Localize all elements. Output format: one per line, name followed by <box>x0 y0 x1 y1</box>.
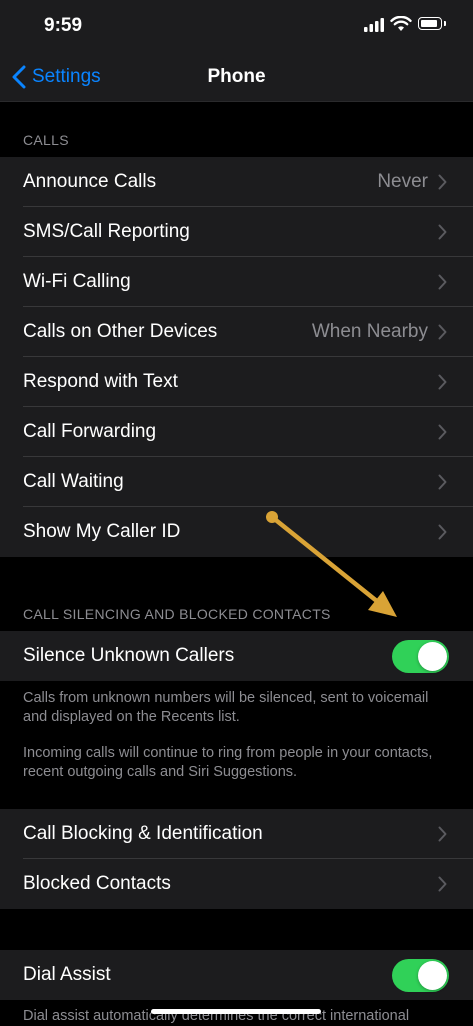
row-label: Respond with Text <box>23 371 178 392</box>
row-label: Call Forwarding <box>23 421 157 442</box>
row-dial-assist: Dial Assist <box>0 950 473 1000</box>
row-label: Call Blocking & Identification <box>23 823 263 844</box>
chevron-right-icon <box>438 374 447 390</box>
battery-icon <box>418 17 446 30</box>
chevron-right-icon <box>438 274 447 290</box>
row-respond-with-text[interactable]: Respond with Text <box>0 357 473 407</box>
row-call-forwarding[interactable]: Call Forwarding <box>0 407 473 457</box>
row-blocked-contacts[interactable]: Blocked Contacts <box>0 859 473 909</box>
row-label: Silence Unknown Callers <box>23 645 235 666</box>
section-header-silencing: CALL SILENCING AND BLOCKED CONTACTS <box>23 606 331 622</box>
status-bar: 9:59 <box>0 0 473 52</box>
section-header-calls: CALLS <box>23 132 69 148</box>
row-wifi-calling[interactable]: Wi-Fi Calling <box>0 257 473 307</box>
signal-icon <box>364 18 384 32</box>
status-time: 9:59 <box>44 15 83 36</box>
row-label: SMS/Call Reporting <box>23 221 190 242</box>
row-calls-on-other-devices[interactable]: Calls on Other Devices When Nearby <box>0 307 473 357</box>
chevron-right-icon <box>438 174 447 190</box>
row-announce-calls[interactable]: Announce Calls Never <box>0 157 473 207</box>
navigation-bar: Settings Phone <box>0 52 473 102</box>
chevron-right-icon <box>438 524 447 540</box>
row-call-waiting[interactable]: Call Waiting <box>0 457 473 507</box>
silencing-footer-2: Incoming calls will continue to ring fro… <box>23 745 433 780</box>
blocking-group: Call Blocking & Identification Blocked C… <box>0 809 473 909</box>
row-value: When Nearby <box>311 321 428 342</box>
row-show-my-caller-id[interactable]: Show My Caller ID <box>0 507 473 557</box>
calls-group: Announce Calls Never SMS/Call Reporting … <box>0 157 473 557</box>
toggle-knob <box>418 642 447 671</box>
home-indicator[interactable] <box>151 1009 321 1014</box>
row-label: Blocked Contacts <box>23 873 171 894</box>
chevron-right-icon <box>438 826 447 842</box>
toggle-knob <box>418 961 447 990</box>
row-call-blocking-identification[interactable]: Call Blocking & Identification <box>0 809 473 859</box>
chevron-right-icon <box>438 876 447 892</box>
silencing-group: Silence Unknown Callers <box>0 631 473 681</box>
row-label: Show My Caller ID <box>23 521 181 542</box>
dial-assist-toggle[interactable] <box>392 959 449 992</box>
chevron-right-icon <box>438 474 447 490</box>
row-label: Announce Calls <box>23 171 157 192</box>
row-value: Never <box>377 171 428 192</box>
page-title: Phone <box>207 66 266 87</box>
row-label: Call Waiting <box>23 471 124 492</box>
row-silence-unknown-callers: Silence Unknown Callers <box>0 631 473 681</box>
wifi-icon <box>390 16 412 31</box>
chevron-right-icon <box>438 224 447 240</box>
chevron-right-icon <box>438 424 447 440</box>
silence-unknown-callers-toggle[interactable] <box>392 640 449 673</box>
dial-assist-group: Dial Assist <box>0 950 473 1000</box>
row-sms-call-reporting[interactable]: SMS/Call Reporting <box>0 207 473 257</box>
row-label: Wi-Fi Calling <box>23 271 131 292</box>
row-label: Calls on Other Devices <box>23 321 218 342</box>
chevron-right-icon <box>438 324 447 340</box>
row-label: Dial Assist <box>23 964 111 985</box>
silencing-footer-1: Calls from unknown numbers will be silen… <box>23 690 429 725</box>
